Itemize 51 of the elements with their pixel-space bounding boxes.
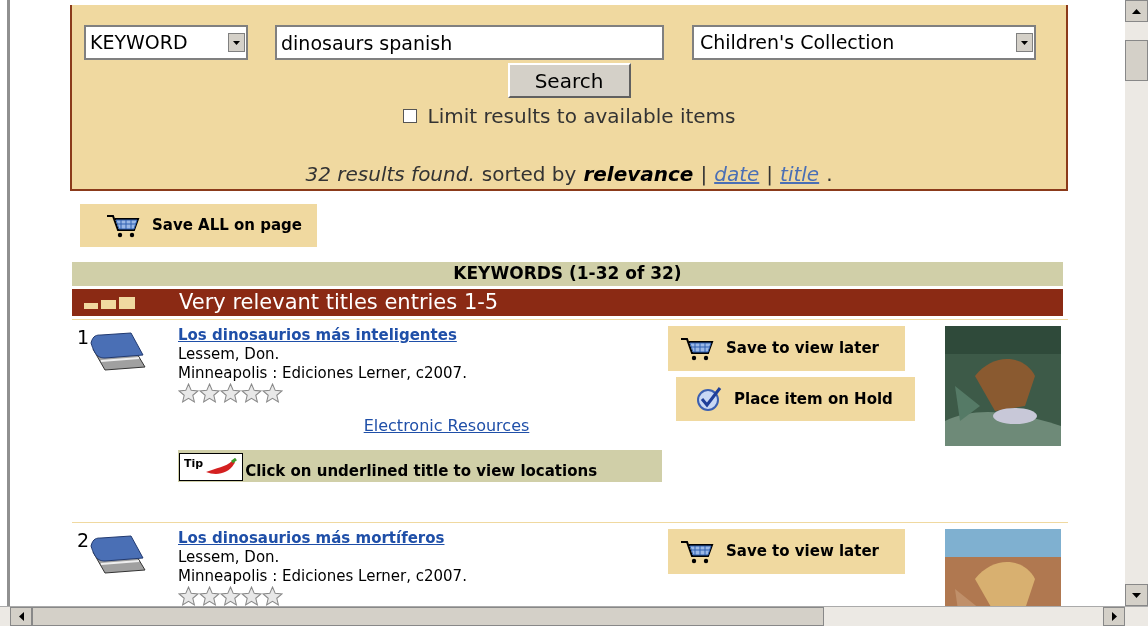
star-icon[interactable]	[262, 586, 283, 606]
star-icon[interactable]	[220, 383, 241, 403]
horizontal-scrollbar[interactable]	[0, 606, 1148, 626]
star-icon[interactable]	[241, 586, 262, 606]
book-title-link[interactable]: Los dinosaurios más mortíferos	[178, 529, 445, 548]
keywords-header: KEYWORDS (1-32 of 32)	[72, 262, 1063, 286]
limit-checkbox[interactable]	[402, 109, 417, 123]
scrollbar-thumb[interactable]	[1125, 40, 1148, 81]
result-number: 2	[77, 531, 90, 550]
shopping-cart-icon	[106, 213, 140, 238]
period: .	[826, 161, 833, 188]
results-count: 32 results found.	[305, 161, 475, 188]
save-all-button[interactable]: Save ALL on page	[80, 204, 317, 247]
vertical-scrollbar[interactable]	[1125, 0, 1148, 606]
tip-label: Tip	[184, 456, 204, 472]
book-title-link[interactable]: Los dinosaurios más inteligentes	[178, 326, 457, 345]
publisher-text: Minneapolis : Ediciones Lerner, c2007.	[178, 567, 467, 586]
star-icon[interactable]	[199, 383, 220, 403]
chili-pepper-icon	[204, 458, 239, 476]
tip-text: Click on underlined title to view locations	[245, 462, 598, 481]
author-text: Lessem, Don.	[178, 548, 280, 567]
hold-button[interactable]: Place item on Hold	[676, 377, 915, 421]
search-type-select[interactable]: KEYWORD	[84, 25, 248, 60]
relevance-title: Very relevant titles entries 1-5	[179, 288, 499, 316]
sorted-by-label: sorted by	[481, 161, 577, 188]
star-icon[interactable]	[241, 383, 262, 403]
star-icon[interactable]	[262, 383, 283, 403]
save-button[interactable]: Save to view later	[668, 529, 905, 574]
checkmark-icon	[696, 386, 722, 412]
separator: |	[700, 161, 708, 188]
relevance-bars-icon	[84, 296, 136, 309]
electronic-resources-link[interactable]: Electronic Resources	[363, 416, 530, 435]
sort-link[interactable]: date	[714, 159, 760, 189]
star-icon[interactable]	[199, 586, 220, 606]
publisher-text: Minneapolis : Ediciones Lerner, c2007.	[178, 364, 467, 383]
search-button[interactable]: Search	[507, 63, 631, 98]
author-text: Lessem, Don.	[178, 345, 280, 364]
save-button[interactable]: Save to view later	[668, 326, 905, 371]
limit-label: Limit results to available items	[427, 103, 736, 130]
star-icon[interactable]	[178, 586, 199, 606]
star-icon[interactable]	[220, 586, 241, 606]
current-sort: relevance	[583, 161, 694, 188]
result-number: 1	[77, 328, 90, 347]
shopping-cart-icon	[680, 336, 714, 361]
separator: |	[766, 161, 774, 188]
scrollbar-thumb[interactable]	[32, 607, 824, 626]
collection-select[interactable]: Children's Collection	[692, 25, 1036, 60]
shopping-cart-icon	[680, 539, 714, 564]
star-icon[interactable]	[178, 383, 199, 403]
search-field[interactable]: dinosaurs spanish	[275, 25, 664, 60]
sort-link[interactable]: title	[780, 159, 820, 189]
